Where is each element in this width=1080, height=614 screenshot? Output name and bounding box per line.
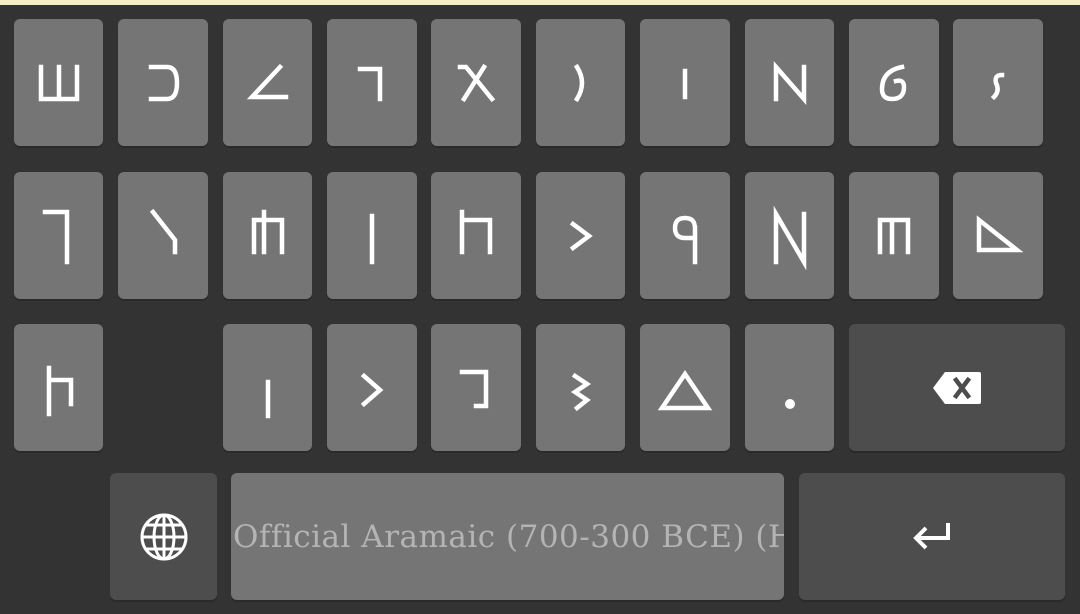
glyph-corner-2-icon [459,369,489,408]
letter-key-2-1[interactable] [14,172,103,299]
glyph-n-tall-icon [773,205,806,270]
letter-key-1-8[interactable] [745,19,834,146]
space-key[interactable]: Official Aramaic (700-300 BCE) (Hatran) [231,473,784,600]
glyph-angle-icon [246,63,288,99]
language-switch-key[interactable] [110,473,217,600]
letter-key-2-3[interactable] [223,172,312,299]
letter-key-2-10[interactable] [953,172,1043,299]
letter-key-1-2[interactable] [118,19,208,146]
letter-key-2-5[interactable] [431,172,521,299]
glyph-n-icon [773,60,806,105]
letter-key-2-6[interactable] [536,172,625,299]
glyph-h-open-icon [459,209,493,254]
backspace-key[interactable] [849,324,1065,451]
letter-key-1-10[interactable] [953,19,1043,146]
letter-key-1-5[interactable] [431,19,521,146]
letter-key-2-4[interactable] [327,172,417,299]
glyph-corner-icon [357,66,383,101]
glyph-w-box-icon [38,64,79,101]
enter-icon [913,522,950,549]
glyph-tall-bar-icon [369,213,375,264]
letter-key-3-1[interactable] [14,324,103,451]
letter-key-2-8[interactable] [745,172,834,299]
letter-key-1-1[interactable] [14,19,103,146]
glyph-q-icon [672,215,698,264]
letter-key-1-9[interactable] [849,19,939,146]
enter-key[interactable] [799,473,1065,600]
glyph-small-s-icon [990,72,1005,100]
glyph-chevron-icon [569,220,593,251]
glyph-het-icon [251,209,284,254]
glyph-bar-2-icon [265,379,270,418]
letter-key-1-7[interactable] [640,19,730,146]
letter-key-3-3[interactable] [327,324,417,451]
glyph-h-low-icon [46,365,73,416]
glyph-tall-corner-icon [42,209,69,264]
glyph-zigzag-icon [570,372,591,411]
letter-key-1-4[interactable] [327,19,417,146]
glyph-loop-icon [879,63,907,101]
glyph-paren-icon [573,63,584,102]
backspace-icon [933,371,981,404]
glyph-hook-icon [148,64,180,101]
glyph-pi-icon [877,217,911,254]
glyph-slant-icon [149,208,178,254]
letter-key-2-9[interactable] [849,172,939,299]
letter-key-2-2[interactable] [118,172,208,299]
letter-key-1-3[interactable] [223,19,312,146]
letter-key-3-7[interactable] [745,324,834,451]
letter-key-2-7[interactable] [640,172,730,299]
glyph-triangle-icon [657,369,713,410]
space-key-label: Official Aramaic (700-300 BCE) (Hatran) [233,518,784,555]
letter-key-3-5[interactable] [536,324,625,451]
glyph-aleph-icon [457,63,496,102]
globe-icon [140,513,187,560]
glyph-chevron-2-icon [360,372,384,407]
letter-key-3-6[interactable] [640,324,730,451]
letter-key-3-2[interactable] [223,324,312,451]
top-strip [0,0,1080,5]
glyph-bar-icon [682,68,688,99]
glyph-right-triangle-icon [976,214,1024,252]
glyph-period-icon [784,398,795,409]
letter-key-3-4[interactable] [431,324,521,451]
letter-key-1-6[interactable] [536,19,625,146]
